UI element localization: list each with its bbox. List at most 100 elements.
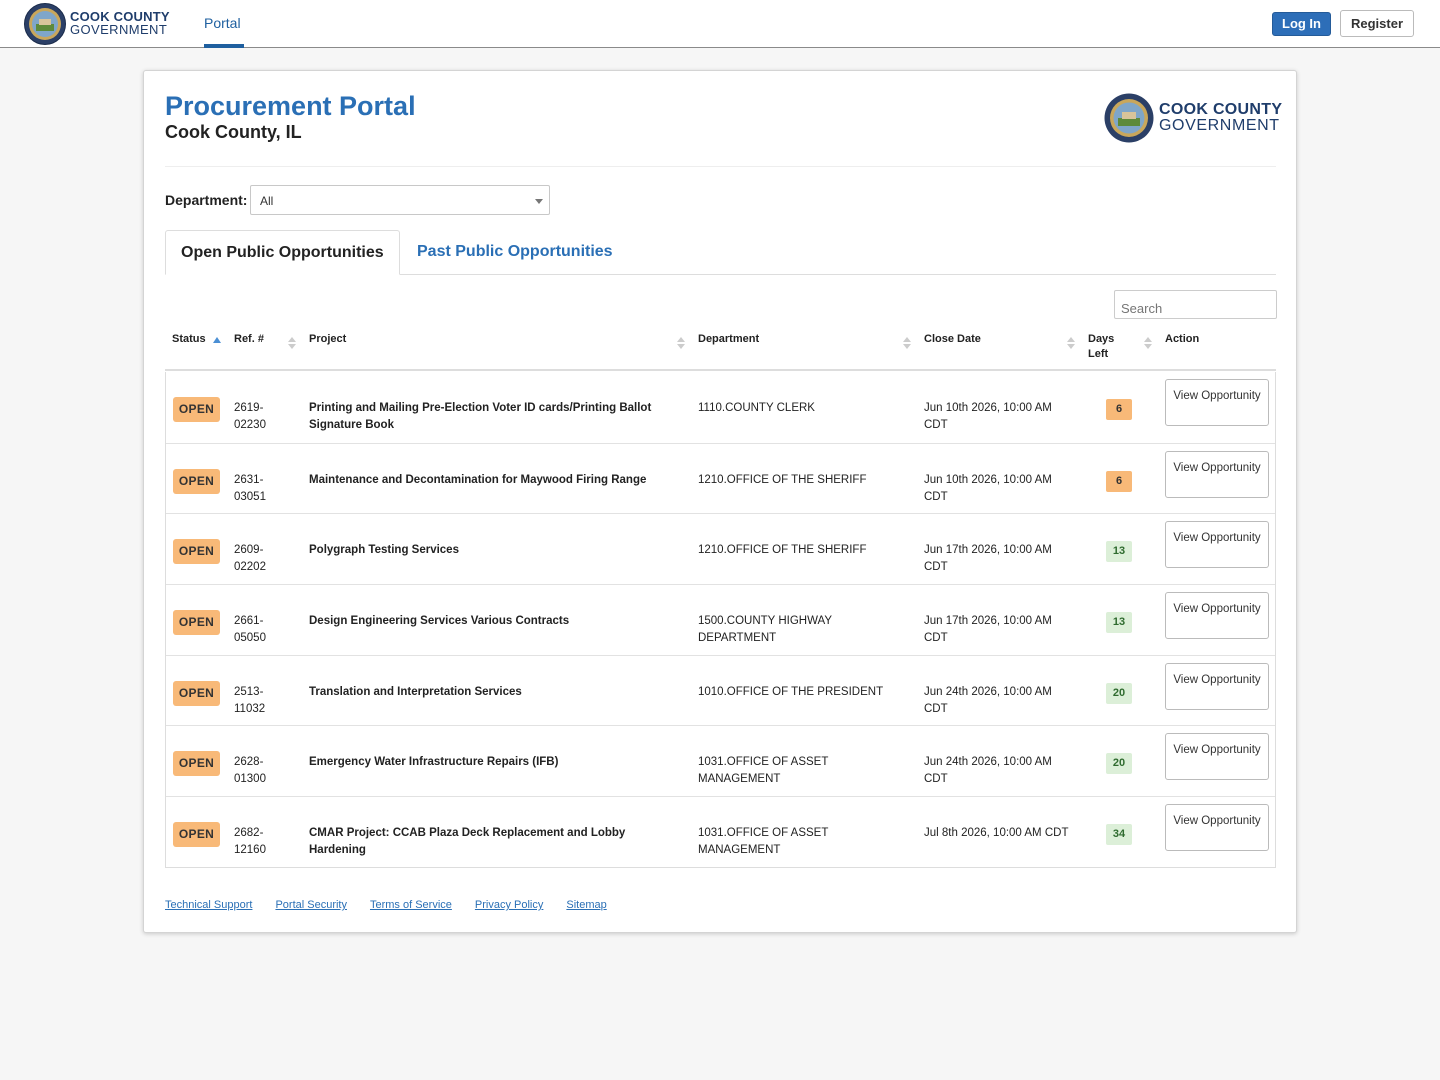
sort-icon[interactable] — [1067, 337, 1075, 351]
register-button[interactable]: Register — [1340, 10, 1414, 37]
project-name: Translation and Interpretation Services — [309, 685, 522, 698]
column-header-status[interactable]: Status — [172, 332, 206, 347]
ref-number: 2661-05050 — [234, 615, 266, 645]
days-left-badge: 13 — [1106, 612, 1132, 634]
nav-tab-portal[interactable]: Portal — [204, 15, 241, 31]
status-badge: OPEN — [173, 610, 220, 636]
cook-county-seal-icon — [1104, 93, 1154, 143]
days-left-badge: 20 — [1106, 753, 1132, 775]
column-header-department[interactable]: Department — [698, 332, 759, 347]
department-selected-value: All — [260, 194, 274, 208]
tab-past-opportunities[interactable]: Past Public Opportunities — [417, 243, 613, 261]
footer-link-technical-support[interactable]: Technical Support — [165, 899, 252, 911]
column-header-close-date[interactable]: Close Date — [924, 332, 981, 347]
view-opportunity-button[interactable]: View Opportunity — [1165, 804, 1269, 852]
footer-links: Technical Support Portal Security Terms of… — [165, 899, 630, 911]
card-brand-line1: COOK COUNTY — [1159, 101, 1283, 118]
table-row: OPEN 2628-01300 Emergency Water Infrastruc… — [166, 725, 1275, 796]
department-select[interactable]: All — [250, 185, 550, 215]
table-row: OPEN 2661-05050 Design Engineering Service… — [166, 584, 1275, 655]
sort-icon[interactable] — [903, 337, 911, 351]
days-left-badge: 6 — [1106, 470, 1132, 492]
footer-link-sitemap[interactable]: Sitemap — [566, 899, 606, 911]
sort-icon[interactable] — [677, 337, 685, 351]
department-name: 1010.OFFICE OF THE PRESIDENT — [698, 685, 884, 698]
sort-asc-icon[interactable] — [213, 337, 221, 343]
table-row: OPEN 2609-02202 Polygraph Testing Services… — [166, 513, 1275, 584]
column-header-project[interactable]: Project — [309, 332, 346, 347]
close-date: Jun 17th 2026, 10:00 AM CDT — [924, 544, 1052, 574]
top-navbar: COOK COUNTY GOVERNMENT Portal Log In Reg… — [0, 0, 1440, 48]
close-date: Jun 24th 2026, 10:00 AM CDT — [924, 685, 1052, 715]
footer-link-portal-security[interactable]: Portal Security — [275, 899, 347, 911]
view-opportunity-button[interactable]: View Opportunity — [1165, 521, 1269, 569]
close-date: Jun 17th 2026, 10:00 AM CDT — [924, 615, 1052, 645]
view-opportunity-button[interactable]: View Opportunity — [1165, 733, 1269, 781]
procurement-card: Procurement Portal Cook County, IL COOK … — [143, 70, 1297, 933]
sort-icon[interactable] — [288, 337, 296, 351]
card-brand: COOK COUNTY GOVERNMENT — [1159, 102, 1282, 134]
search-input[interactable] — [1114, 290, 1277, 319]
days-left-badge: 34 — [1106, 824, 1132, 846]
ref-number: 2631-03051 — [234, 473, 266, 503]
table-body: OPEN 2619-02230 Printing and Mailing Pre-E… — [165, 372, 1276, 868]
status-badge: OPEN — [173, 680, 220, 706]
footer-link-terms-of-service[interactable]: Terms of Service — [370, 899, 452, 911]
view-opportunity-button[interactable]: View Opportunity — [1165, 379, 1269, 426]
page-title: Procurement Portal — [165, 91, 416, 121]
project-name: Design Engineering Services Various Cont… — [309, 615, 570, 628]
ref-number: 2628-01300 — [234, 756, 266, 786]
login-button[interactable]: Log In — [1272, 12, 1331, 36]
nav-brand[interactable]: COOK COUNTY GOVERNMENT — [70, 10, 170, 36]
table-row: OPEN 2513-11032 Translation and Interpreta… — [166, 654, 1275, 726]
status-badge: OPEN — [173, 397, 220, 422]
column-header-action: Action — [1165, 333, 1200, 345]
caret-down-icon — [535, 199, 543, 204]
department-name: 1110.COUNTY CLERK — [698, 402, 815, 414]
status-badge: OPEN — [173, 751, 220, 777]
status-badge: OPEN — [173, 468, 220, 494]
card-brand-line2: GOVERNMENT — [1159, 117, 1280, 134]
project-name: Emergency Water Infrastructure Repairs (… — [309, 756, 559, 769]
ref-number: 2619-02230 — [234, 402, 266, 431]
sort-icon[interactable] — [1144, 337, 1152, 351]
project-name: Printing and Mailing Pre-Election Voter … — [309, 402, 652, 431]
days-left-badge: 20 — [1106, 682, 1132, 704]
department-name: 1210.OFFICE OF THE SHERIFF — [698, 544, 867, 557]
brand-line2: GOVERNMENT — [70, 22, 168, 37]
close-date: Jun 24th 2026, 10:00 AM CDT — [924, 756, 1052, 786]
page-subtitle: Cook County, IL — [165, 122, 302, 142]
tab-open-opportunities[interactable]: Open Public Opportunities — [165, 230, 400, 275]
department-name: 1500.COUNTY HIGHWAY DEPARTMENT — [698, 615, 832, 645]
header-divider — [165, 166, 1276, 167]
department-label: Department: — [165, 192, 248, 208]
close-date: Jul 8th 2026, 10:00 AM CDT — [924, 827, 1069, 840]
close-date: Jun 10th 2026, 10:00 AM CDT — [924, 402, 1052, 431]
view-opportunity-button[interactable]: View Opportunity — [1165, 662, 1269, 710]
table-row: OPEN 2619-02230 Printing and Mailing Pre-E… — [166, 372, 1275, 443]
department-name: 1031.OFFICE OF ASSET MANAGEMENT — [698, 756, 829, 786]
column-header-ref[interactable]: Ref. # — [234, 332, 264, 347]
days-left-badge: 13 — [1106, 541, 1132, 563]
status-badge: OPEN — [173, 822, 220, 848]
table-header: Status Ref. # Project Department Close D… — [165, 329, 1276, 371]
project-name: CMAR Project: CCAB Plaza Deck Replacemen… — [309, 827, 626, 857]
project-name: Polygraph Testing Services — [309, 544, 459, 557]
cook-county-seal-icon[interactable] — [24, 3, 66, 45]
footer-link-privacy-policy[interactable]: Privacy Policy — [475, 899, 543, 911]
view-opportunity-button[interactable]: View Opportunity — [1165, 592, 1269, 640]
nav-tab-active-indicator — [204, 44, 244, 48]
table-row: OPEN 2682-12160 CMAR Project: CCAB Plaza D… — [166, 796, 1275, 867]
ref-number: 2609-02202 — [234, 544, 266, 574]
days-left-badge: 6 — [1106, 399, 1132, 420]
close-date: Jun 10th 2026, 10:00 AM CDT — [924, 473, 1052, 503]
department-name: 1210.OFFICE OF THE SHERIFF — [698, 473, 867, 486]
column-header-days-left[interactable]: Days Left — [1088, 332, 1122, 362]
project-name: Maintenance and Decontamination for Mayw… — [309, 473, 647, 486]
ref-number: 2513-11032 — [234, 685, 266, 715]
view-opportunity-button[interactable]: View Opportunity — [1165, 450, 1269, 498]
status-badge: OPEN — [173, 539, 220, 565]
table-row: OPEN 2631-03051 Maintenance and Decontamin… — [166, 442, 1275, 514]
department-name: 1031.OFFICE OF ASSET MANAGEMENT — [698, 827, 829, 857]
ref-number: 2682-12160 — [234, 827, 266, 857]
